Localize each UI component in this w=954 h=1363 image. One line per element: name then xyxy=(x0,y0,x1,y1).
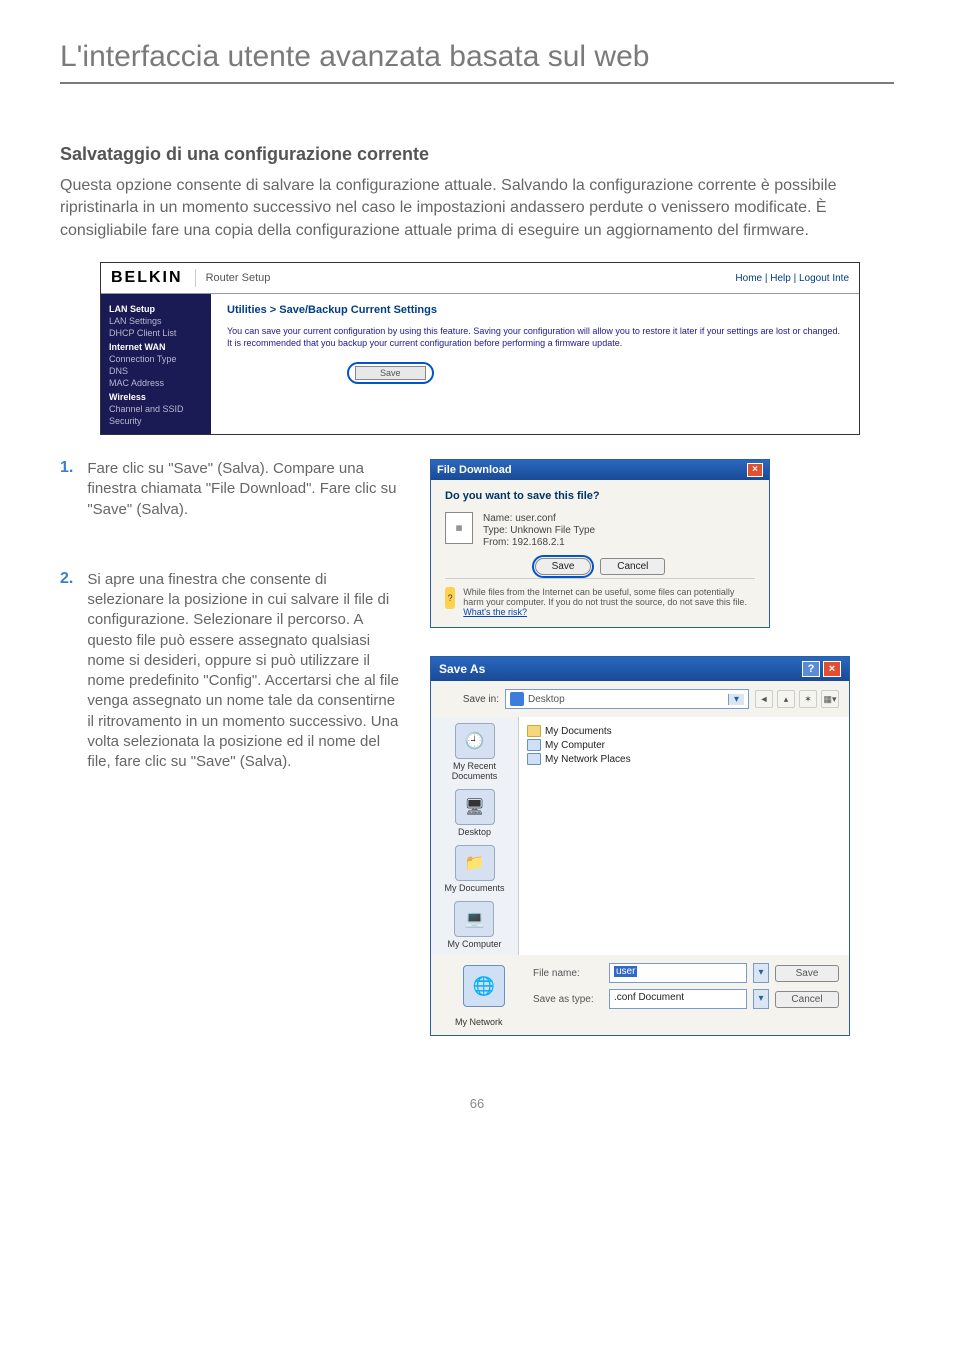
place-mynet-icon[interactable]: 🌐 xyxy=(463,965,505,1007)
back-icon[interactable]: ◄ xyxy=(755,690,773,708)
nav-security[interactable]: Security xyxy=(109,416,203,426)
places-bar: 🕘My Recent Documents 🖥Desktop 📁My Docume… xyxy=(431,717,519,955)
nav-lan-setup: LAN Setup xyxy=(109,304,203,314)
dialog-title: File Download xyxy=(437,464,512,476)
warning-text: While files from the Internet can be use… xyxy=(463,587,747,607)
savein-value: Desktop xyxy=(528,694,565,705)
from-value: 192.168.2.1 xyxy=(512,537,565,548)
save-button[interactable]: Save xyxy=(535,558,592,575)
intro-paragraph: Questa opzione consente di salvare la co… xyxy=(60,175,894,242)
router-content: Utilities > Save/Backup Current Settings… xyxy=(211,294,859,434)
save-as-dialog: Save As ? × Save in: Desktop ▾ ◄ ▴ ✶ ▦▾ xyxy=(430,656,850,1036)
filename-value: user xyxy=(614,966,637,977)
desktop-icon xyxy=(510,692,524,706)
list-item[interactable]: My Documents xyxy=(527,725,841,737)
chevron-down-icon[interactable]: ▾ xyxy=(728,694,744,705)
name-label: Name: xyxy=(483,513,512,524)
cancel-button[interactable]: Cancel xyxy=(600,558,665,575)
name-value: user.conf xyxy=(515,513,556,524)
save-button[interactable]: Save xyxy=(355,366,426,380)
brand-logo: BELKIN xyxy=(111,269,196,287)
step-1: 1. Fare clic su "Save" (Salva). Compare … xyxy=(60,459,400,520)
nav-wireless: Wireless xyxy=(109,392,203,402)
item-label: My Computer xyxy=(545,740,605,751)
up-icon[interactable]: ▴ xyxy=(777,690,795,708)
chevron-down-icon[interactable]: ▾ xyxy=(753,963,769,983)
step-1-num: 1. xyxy=(60,459,73,520)
network-icon xyxy=(527,753,541,765)
close-icon[interactable]: × xyxy=(747,463,763,477)
save-highlight: Save xyxy=(347,362,434,384)
shield-icon: ? xyxy=(445,587,455,609)
place-mycomp-label: My Computer xyxy=(447,939,501,949)
place-mydocs[interactable]: 📁My Documents xyxy=(444,845,504,893)
file-list[interactable]: My Documents My Computer My Network Plac… xyxy=(519,717,849,955)
item-label: My Network Places xyxy=(545,754,631,765)
place-recent[interactable]: 🕘My Recent Documents xyxy=(431,723,518,781)
nav-mac[interactable]: MAC Address xyxy=(109,378,203,388)
filename-label: File name: xyxy=(533,968,603,979)
folder-icon xyxy=(527,725,541,737)
whats-risk-link[interactable]: What's the risk? xyxy=(463,607,527,617)
computer-icon xyxy=(527,739,541,751)
breadcrumb: Utilities > Save/Backup Current Settings xyxy=(227,304,843,316)
saveas-title: Save As xyxy=(439,662,485,676)
cancel-button[interactable]: Cancel xyxy=(775,991,839,1008)
newfolder-icon[interactable]: ✶ xyxy=(799,690,817,708)
saveastype-dropdown[interactable]: .conf Document xyxy=(609,989,747,1009)
dialog-titlebar: File Download × xyxy=(431,460,769,480)
type-value: Unknown File Type xyxy=(510,525,595,536)
router-header-links[interactable]: Home | Help | Logout Inte xyxy=(735,273,849,284)
nav-dhcp[interactable]: DHCP Client List xyxy=(109,328,203,338)
filename-input[interactable]: user xyxy=(609,963,747,983)
step-2: 2. Si apre una finestra che consente di … xyxy=(60,570,400,773)
file-icon: ▦ xyxy=(445,512,473,544)
nav-internet-wan: Internet WAN xyxy=(109,342,203,352)
page-number: 66 xyxy=(60,1096,894,1111)
saveas-titlebar: Save As ? × xyxy=(431,657,849,681)
chevron-down-icon[interactable]: ▾ xyxy=(753,989,769,1009)
savein-dropdown[interactable]: Desktop ▾ xyxy=(505,689,749,709)
router-title: Router Setup xyxy=(196,272,736,284)
step-2-num: 2. xyxy=(60,570,73,773)
router-desc: You can save your current configuration … xyxy=(227,326,843,349)
place-desktop-label: Desktop xyxy=(458,827,491,837)
saveastype-value: .conf Document xyxy=(614,992,684,1003)
nav-channel[interactable]: Channel and SSID xyxy=(109,404,203,414)
close-icon[interactable]: × xyxy=(823,661,841,677)
dialog-question: Do you want to save this file? xyxy=(445,490,755,502)
place-mynet-label: My Network xyxy=(431,1017,849,1035)
router-header: BELKIN Router Setup Home | Help | Logout… xyxy=(101,263,859,294)
router-screenshot: BELKIN Router Setup Home | Help | Logout… xyxy=(100,262,860,435)
savein-label: Save in: xyxy=(441,694,499,705)
place-recent-label: My Recent Documents xyxy=(452,761,498,781)
page-title: L'interfaccia utente avanzata basata sul… xyxy=(60,40,894,84)
file-download-dialog: File Download × Do you want to save this… xyxy=(430,459,770,628)
nav-conn-type[interactable]: Connection Type xyxy=(109,354,203,364)
list-item[interactable]: My Computer xyxy=(527,739,841,751)
section-title: Salvataggio di una configurazione corren… xyxy=(60,144,894,165)
step-2-text: Si apre una finestra che consente di sel… xyxy=(87,570,400,773)
place-mydocs-label: My Documents xyxy=(444,883,504,893)
nav-dns[interactable]: DNS xyxy=(109,366,203,376)
from-label: From: xyxy=(483,537,509,548)
saveastype-label: Save as type: xyxy=(533,994,603,1005)
views-icon[interactable]: ▦▾ xyxy=(821,690,839,708)
step-1-text: Fare clic su "Save" (Salva). Compare una… xyxy=(87,459,400,520)
help-icon[interactable]: ? xyxy=(802,661,820,677)
place-mycomp[interactable]: 💻My Computer xyxy=(447,901,501,949)
nav-lan-settings[interactable]: LAN Settings xyxy=(109,316,203,326)
save-button[interactable]: Save xyxy=(775,965,839,982)
list-item[interactable]: My Network Places xyxy=(527,753,841,765)
place-desktop[interactable]: 🖥Desktop xyxy=(455,789,495,837)
type-label: Type: xyxy=(483,525,507,536)
router-sidebar: LAN Setup LAN Settings DHCP Client List … xyxy=(101,294,211,434)
item-label: My Documents xyxy=(545,726,612,737)
